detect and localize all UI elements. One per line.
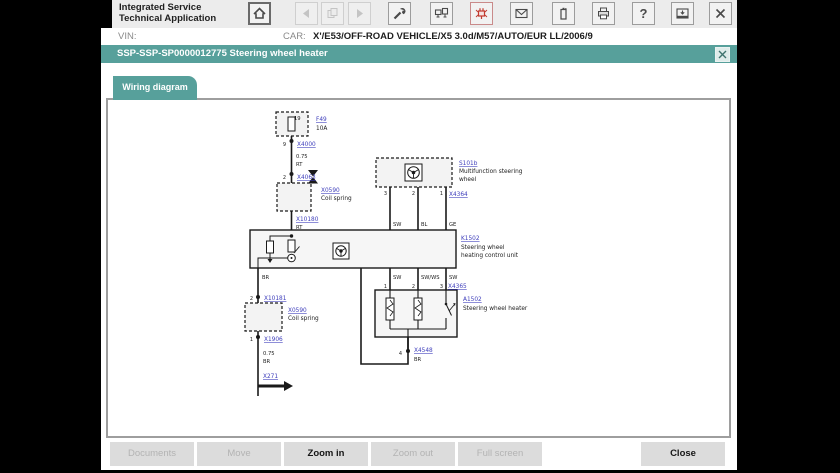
document-title-bar: SSP-SSP-SP0000012775 Steering wheel heat… bbox=[101, 45, 737, 63]
window-arrow-icon bbox=[675, 6, 690, 21]
forward-arrow-icon bbox=[352, 6, 367, 21]
battery-icon bbox=[556, 6, 571, 21]
mail-button[interactable] bbox=[510, 2, 533, 25]
home-icon bbox=[252, 6, 267, 21]
tab-wiring-diagram[interactable]: Wiring diagram bbox=[113, 76, 197, 100]
envelope-icon bbox=[514, 6, 529, 21]
vehicle-info-bar: VIN: CAR: X'/E53/OFF-ROAD VEHICLE/X5 3.0… bbox=[101, 28, 737, 45]
corner-filler bbox=[101, 0, 112, 28]
battery-button[interactable] bbox=[552, 2, 575, 25]
home-button[interactable] bbox=[248, 2, 271, 25]
move-button[interactable]: Move bbox=[197, 442, 281, 466]
connection-button[interactable] bbox=[470, 2, 493, 25]
forward-button[interactable] bbox=[348, 2, 371, 25]
wrench-icon bbox=[392, 6, 407, 21]
workshop-button[interactable] bbox=[388, 2, 411, 25]
diagram-panel[interactable] bbox=[106, 98, 731, 438]
printer-icon bbox=[596, 6, 611, 21]
app-title-line2: Technical Application bbox=[119, 13, 216, 24]
zoom-in-button[interactable]: Zoom in bbox=[284, 442, 368, 466]
pages-icon bbox=[325, 6, 340, 21]
documents-button[interactable]: Documents bbox=[110, 442, 194, 466]
document-title: SSP-SSP-SP0000012775 Steering wheel heat… bbox=[117, 48, 328, 59]
header-toolbar: Integrated Service Technical Application bbox=[112, 0, 737, 29]
question-mark-icon: ? bbox=[640, 7, 648, 20]
close-button[interactable]: Close bbox=[641, 442, 725, 466]
connector-plug-icon bbox=[474, 6, 489, 21]
help-button[interactable]: ? bbox=[632, 2, 655, 25]
close-icon bbox=[718, 46, 727, 64]
car-value: X'/E53/OFF-ROAD VEHICLE/X5 3.0d/M57/AUTO… bbox=[313, 31, 593, 42]
minimize-button[interactable] bbox=[671, 2, 694, 25]
print-button[interactable] bbox=[592, 2, 615, 25]
displays-button[interactable] bbox=[430, 2, 453, 25]
ista-window: Integrated Service Technical Application bbox=[101, 0, 737, 470]
car-label: CAR: bbox=[283, 31, 306, 42]
zoom-out-button[interactable]: Zoom out bbox=[371, 442, 455, 466]
full-screen-button[interactable]: Full screen bbox=[458, 442, 542, 466]
document-close-button[interactable] bbox=[715, 47, 730, 62]
exit-button[interactable] bbox=[709, 2, 732, 25]
pages-button[interactable] bbox=[321, 2, 344, 25]
back-arrow-icon bbox=[299, 6, 314, 21]
back-button[interactable] bbox=[295, 2, 318, 25]
close-x-icon bbox=[713, 6, 728, 21]
app-title-line1: Integrated Service bbox=[119, 2, 216, 13]
vin-label: VIN: bbox=[118, 31, 136, 42]
dual-display-icon bbox=[434, 6, 449, 21]
app-title: Integrated Service Technical Application bbox=[119, 2, 216, 24]
